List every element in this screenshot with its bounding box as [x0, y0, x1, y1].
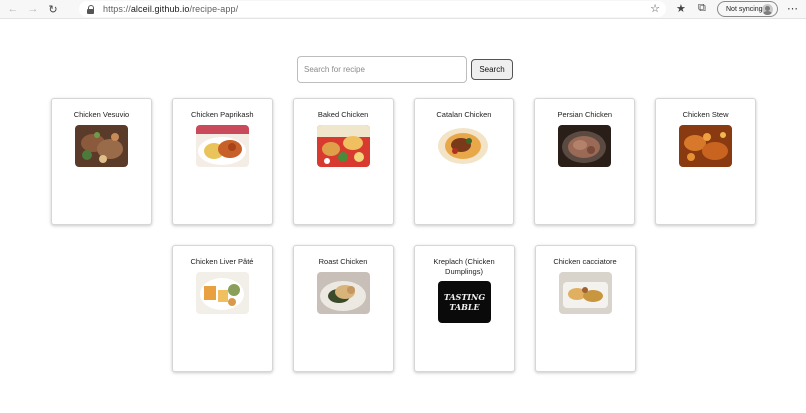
lock-icon[interactable] [87, 4, 95, 14]
svg-text:TABLE: TABLE [449, 302, 480, 312]
recipe-title: Kreplach (Chicken Dumplings) [433, 257, 495, 276]
catalan-chicken-photo[interactable] [437, 125, 491, 167]
favorites-icon[interactable]: ★ [676, 2, 686, 15]
recipe-title: Roast Chicken [318, 257, 368, 266]
recipe-title: Chicken Paprikash [190, 110, 254, 119]
chicken-cacciatore-photo[interactable] [558, 272, 612, 314]
recipe-card[interactable]: Chicken Liver Pâté [171, 245, 273, 372]
url-path: /recipe-app/ [189, 4, 239, 14]
recipe-title: Chicken Stew [682, 110, 729, 119]
add-favorite-icon[interactable]: ☆ [650, 2, 660, 15]
refresh-icon[interactable]: ↻ [46, 2, 60, 16]
search-bar: Search [297, 56, 513, 83]
recipe-card[interactable]: Chicken Paprikash [171, 98, 273, 225]
sync-label: Not syncing [726, 5, 763, 13]
recipe-card[interactable]: Kreplach (Chicken Dumplings) TASTING TABL… [413, 245, 515, 372]
back-arrow-icon[interactable]: ← [6, 2, 20, 16]
forward-arrow-icon[interactable]: → [26, 2, 40, 16]
more-menu-icon[interactable]: ⋯ [787, 2, 799, 15]
recipe-title: Persian Chicken [557, 110, 613, 119]
browser-toolbar: ← → ↻ https://alceil.github.io/recipe-ap… [0, 0, 806, 19]
recipe-card[interactable]: Chicken Vesuvio [51, 98, 152, 225]
recipe-title: Chicken cacciatore [553, 257, 617, 266]
recipe-title: Baked Chicken [317, 110, 369, 119]
collections-icon[interactable]: ⧉ [698, 2, 706, 15]
chicken-vesuvio-photo[interactable] [74, 125, 128, 167]
address-bar[interactable]: https://alceil.github.io/recipe-app/ ☆ [79, 1, 666, 17]
url-host: alceil.github.io [130, 4, 190, 14]
search-button[interactable]: Search [471, 59, 513, 80]
url-prefix: https:// [103, 4, 131, 14]
chicken-stew-photo[interactable] [679, 125, 733, 167]
roast-chicken-photo[interactable] [316, 272, 370, 314]
url-text[interactable]: https://alceil.github.io/recipe-app/ [103, 4, 238, 14]
recipe-row: Chicken Vesuvio Chicken Paprikash Baked … [51, 98, 756, 225]
recipe-row: Chicken Liver Pâté Roast Chicken Kreplac… [51, 245, 756, 372]
baked-chicken-photo[interactable] [316, 125, 370, 167]
recipe-card[interactable]: Chicken Stew [655, 98, 756, 225]
chicken-liver-pate-photo[interactable] [195, 272, 249, 314]
recipe-title: Catalan Chicken [436, 110, 492, 119]
avatar-icon [762, 4, 773, 15]
profile-sync-button[interactable]: Not syncing [717, 1, 778, 17]
recipe-grid: Chicken Vesuvio Chicken Paprikash Baked … [51, 98, 756, 392]
recipe-card[interactable]: Persian Chicken [534, 98, 636, 225]
recipe-title: Chicken Liver Pâté [190, 257, 254, 266]
recipe-card[interactable]: Baked Chicken [292, 98, 394, 225]
recipe-card[interactable]: Roast Chicken [292, 245, 394, 372]
kreplach-logo[interactable]: TASTING TABLE [437, 281, 491, 323]
search-input[interactable] [297, 56, 467, 83]
recipe-card[interactable]: Catalan Chicken [413, 98, 515, 225]
recipe-title: Chicken Vesuvio [73, 110, 130, 119]
chicken-paprikash-photo[interactable] [195, 125, 249, 167]
svg-text:TASTING: TASTING [443, 292, 485, 302]
recipe-card[interactable]: Chicken cacciatore [534, 245, 636, 372]
persian-chicken-photo[interactable] [558, 125, 612, 167]
